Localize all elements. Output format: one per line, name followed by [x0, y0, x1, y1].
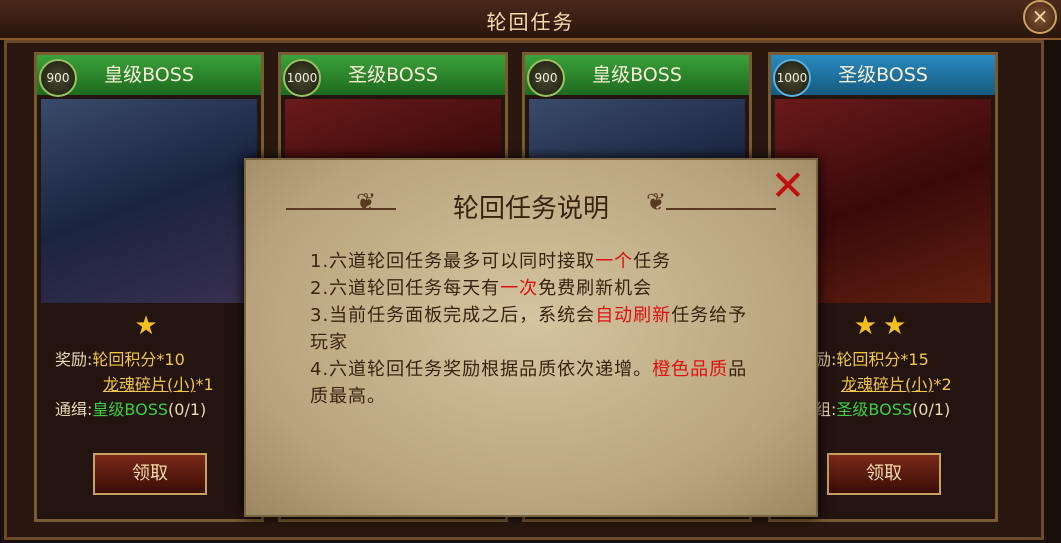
swirl-right-icon: ❦ [646, 188, 667, 216]
reward-item-count: *2 [933, 375, 952, 394]
card-name: 皇级BOSS [104, 64, 194, 86]
reward-item-link[interactable]: 龙魂碎片(小) [103, 375, 196, 394]
rules-dialog: ❦ 轮回任务说明 ❦ ✕ 1.六道轮回任务最多可以同时接取一个任务 2.六道轮回… [244, 158, 818, 517]
divider-right [666, 208, 776, 210]
window-title: 轮回任务 [486, 10, 575, 34]
close-icon[interactable]: × [1023, 0, 1057, 34]
reward-label: 奖励: [55, 350, 93, 369]
star-rating: ★ [134, 311, 164, 341]
reward-points: 轮回积分*10 [92, 350, 185, 369]
target-label: 组: [815, 400, 837, 419]
card-info: 励:轮回积分*15 龙魂碎片(小)*2 组:圣级BOSS(0/1) [815, 347, 987, 422]
dialog-title: 轮回任务说明 [452, 194, 609, 224]
boss-image [41, 99, 257, 303]
card-name: 圣级BOSS [348, 64, 438, 86]
title-bar: 轮回任务 × [0, 0, 1061, 40]
target-name: 皇级BOSS [92, 400, 169, 419]
rule-line: 2.六道轮回任务每天有一次免费刷新机会 [310, 278, 653, 299]
close-icon[interactable]: ✕ [766, 165, 810, 210]
card-name: 皇级BOSS [592, 64, 682, 86]
card-info: 奖励:轮回积分*10 龙魂碎片(小)*1 通缉:皇级BOSS(0/1) [55, 347, 253, 422]
target-progress: (0/1) [912, 400, 951, 419]
card-name: 圣级BOSS [838, 64, 928, 86]
reward-item-link[interactable]: 龙魂碎片(小) [841, 375, 934, 394]
reward-item-count: *1 [195, 375, 214, 394]
level-badge: 900 [527, 59, 565, 97]
reward-points: 轮回积分*15 [836, 350, 929, 369]
rule-line: 1.六道轮回任务最多可以同时接取一个任务 [310, 251, 672, 272]
rules-text: 1.六道轮回任务最多可以同时接取一个任务 2.六道轮回任务每天有一次免费刷新机会… [310, 248, 750, 410]
claim-button[interactable]: 领取 [827, 453, 941, 495]
rule-line: 4.六道轮回任务奖励根据品质依次递增。橙色品质品质最高。 [310, 359, 748, 407]
target-name: 圣级BOSS [836, 400, 913, 419]
reward-label: 励: [815, 350, 837, 369]
task-card-1: 皇级BOSS 900 ★ 奖励:轮回积分*10 龙魂碎片(小)*1 通缉:皇级B… [34, 52, 264, 522]
level-badge: 1000 [773, 59, 811, 97]
rule-line: 3.当前任务面板完成之后，系统会自动刷新任务给予玩家 [310, 305, 748, 353]
target-progress: (0/1) [168, 400, 207, 419]
target-label: 通缉: [55, 400, 93, 419]
level-badge: 1000 [283, 59, 321, 97]
claim-button[interactable]: 领取 [93, 453, 207, 495]
level-badge: 900 [39, 59, 77, 97]
